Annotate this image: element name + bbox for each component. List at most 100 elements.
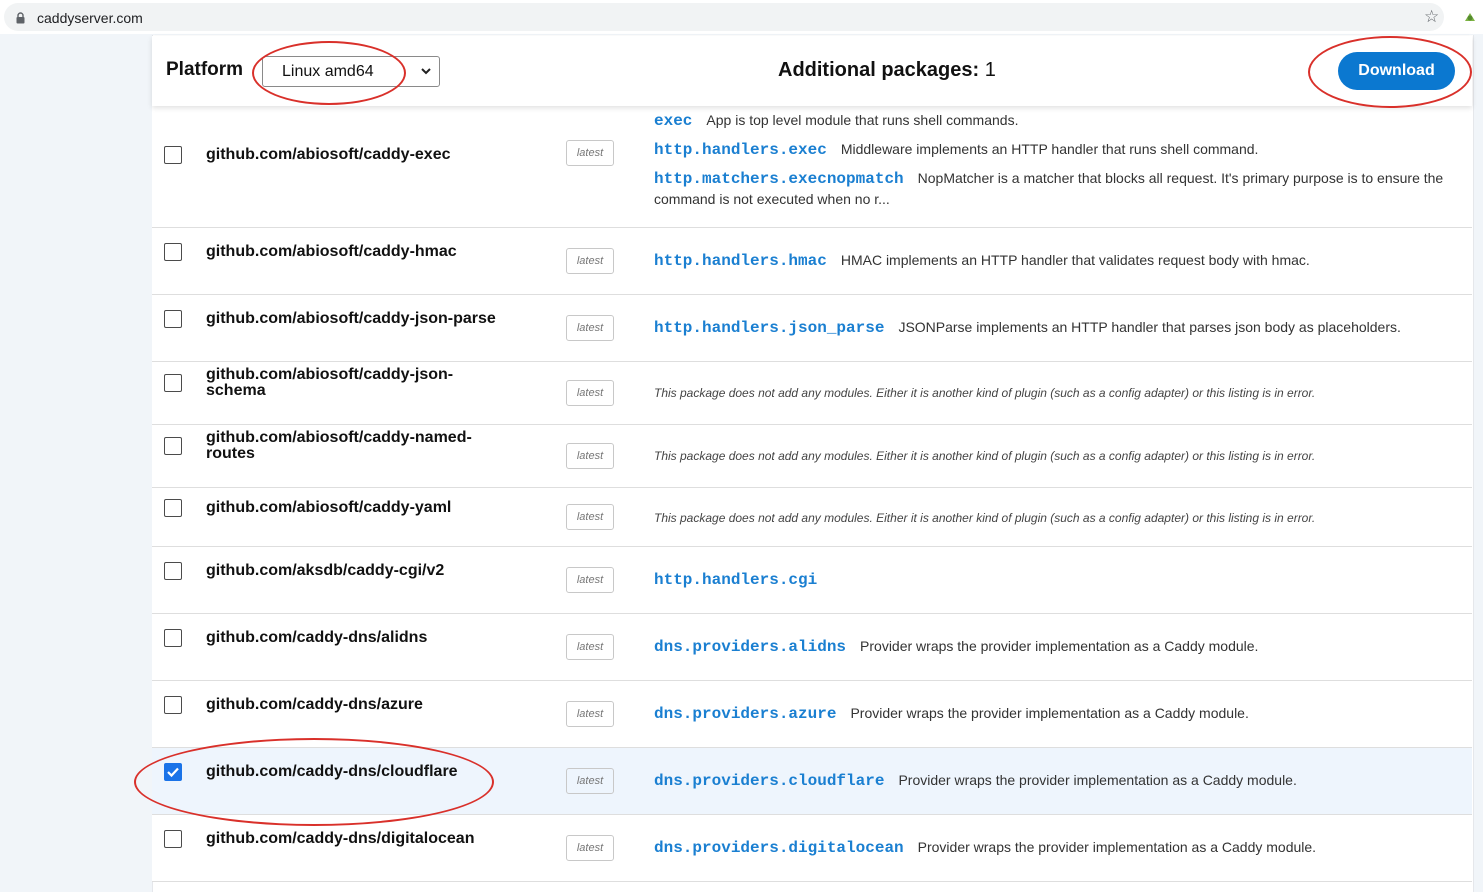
module-link[interactable]: exec (654, 112, 692, 130)
package-row[interactable]: github.com/abiosoft/caddy-yaml latest This… (152, 488, 1472, 547)
version-badge[interactable]: latest (566, 835, 614, 861)
module-list: This package does not add any modules. E… (654, 448, 1454, 463)
version-badge[interactable]: latest (566, 567, 614, 593)
module-description: App is top level module that runs shell … (706, 112, 1019, 128)
package-name[interactable]: github.com/abiosoft/caddy-json-schema (206, 367, 496, 399)
url-text[interactable]: caddyserver.com (37, 10, 143, 26)
additional-packages-count: 1 (984, 59, 996, 81)
module-description: Provider wraps the provider implementati… (850, 705, 1249, 721)
no-modules-note: This package does not add any modules. E… (654, 511, 1316, 525)
module-item: dns.providers.cloudflare Provider wraps t… (654, 770, 1454, 791)
version-badge[interactable]: latest (566, 504, 614, 530)
no-modules-note: This package does not add any modules. E… (654, 386, 1316, 400)
package-name[interactable]: github.com/caddy-dns/alidns (206, 630, 546, 646)
star-icon[interactable]: ☆ (1424, 7, 1439, 27)
package-checkbox[interactable] (164, 243, 182, 261)
module-link[interactable]: http.handlers.exec (654, 141, 827, 159)
version-badge[interactable]: latest (566, 248, 614, 274)
module-link[interactable]: http.matchers.execnopmatch (654, 170, 904, 188)
package-checkbox[interactable] (164, 146, 182, 164)
module-link[interactable]: http.handlers.json_parse (654, 319, 884, 337)
package-name[interactable]: github.com/abiosoft/caddy-hmac (206, 244, 546, 260)
version-badge[interactable]: latest (566, 443, 614, 469)
module-list: This package does not add any modules. E… (654, 510, 1454, 525)
browser-toolbar: caddyserver.com ☆ (0, 0, 1483, 34)
module-description: Provider wraps the provider implementati… (898, 772, 1297, 788)
package-row[interactable]: github.com/caddy-dns/digitalocean latest d… (152, 815, 1472, 882)
version-badge[interactable]: latest (566, 380, 614, 406)
module-item: http.handlers.json_parse JSONParse implem… (654, 317, 1454, 338)
module-link[interactable]: dns.providers.azure (654, 705, 836, 723)
package-row[interactable]: github.com/abiosoft/caddy-hmac latest http… (152, 228, 1472, 295)
module-link[interactable]: dns.providers.digitalocean (654, 839, 904, 857)
package-row[interactable]: github.com/abiosoft/caddy-named-routes la… (152, 425, 1472, 488)
package-name[interactable]: github.com/abiosoft/caddy-exec (206, 147, 546, 163)
module-list: dns.providers.azure Provider wraps the pr… (654, 703, 1454, 732)
platform-select-value: Linux amd64 (282, 62, 374, 80)
module-item: http.handlers.hmac HMAC implements an HTT… (654, 250, 1454, 271)
module-item: http.handlers.cgi (654, 569, 1454, 590)
package-checkbox[interactable] (164, 830, 182, 848)
module-item: dns.providers.alidns Provider wraps the p… (654, 636, 1454, 657)
chevron-down-icon (421, 68, 431, 75)
version-badge[interactable]: latest (566, 140, 614, 166)
module-description: Provider wraps the provider implementati… (917, 839, 1317, 855)
download-button[interactable]: Download (1338, 52, 1455, 90)
platform-select[interactable]: Linux amd64 (262, 56, 440, 87)
module-item: dns.providers.digitalocean Provider wraps… (654, 837, 1454, 858)
package-row[interactable]: github.com/abiosoft/caddy-exec latest exec… (152, 106, 1472, 228)
package-checkbox[interactable] (164, 696, 182, 714)
build-toolbar: Platform Linux amd64 Additional packages… (152, 36, 1472, 106)
package-name[interactable]: github.com/caddy-dns/cloudflare (206, 764, 546, 780)
package-checkbox[interactable] (164, 562, 182, 580)
package-checkbox[interactable] (164, 374, 182, 392)
package-row[interactable]: github.com/caddy-dns/cloudflare latest dns… (152, 748, 1472, 815)
module-item: http.matchers.execnopmatch NopMatcher is … (654, 168, 1454, 209)
module-item: dns.providers.azure Provider wraps the pr… (654, 703, 1454, 724)
package-checkbox[interactable] (164, 437, 182, 455)
version-badge[interactable]: latest (566, 701, 614, 727)
checkmark-icon (167, 767, 179, 778)
additional-packages-label: Additional packages: (778, 59, 980, 81)
package-checkbox[interactable] (164, 763, 182, 781)
version-badge[interactable]: latest (566, 768, 614, 794)
module-link[interactable]: http.handlers.cgi (654, 571, 817, 589)
package-row[interactable]: github.com/caddy-dns/alidns latest dns.pro… (152, 614, 1472, 681)
package-name[interactable]: github.com/abiosoft/caddy-json-parse (206, 311, 496, 327)
package-checkbox[interactable] (164, 629, 182, 647)
module-item: http.handlers.exec Middleware implements … (654, 139, 1454, 160)
module-list: http.handlers.json_parse JSONParse implem… (654, 317, 1454, 346)
platform-label: Platform (166, 59, 244, 80)
module-link[interactable]: dns.providers.alidns (654, 638, 846, 656)
package-name[interactable]: github.com/aksdb/caddy-cgi/v2 (206, 563, 546, 579)
module-list: dns.providers.alidns Provider wraps the p… (654, 636, 1454, 665)
module-description: Provider wraps the provider implementati… (860, 638, 1259, 654)
package-name[interactable]: github.com/caddy-dns/azure (206, 697, 546, 713)
package-checkbox[interactable] (164, 310, 182, 328)
module-item: exec App is top level module that runs sh… (654, 110, 1454, 131)
lock-icon (16, 12, 25, 24)
no-modules-note: This package does not add any modules. E… (654, 449, 1316, 463)
module-description: HMAC implements an HTTP handler that val… (840, 252, 1310, 268)
module-link[interactable]: http.handlers.hmac (654, 252, 827, 270)
additional-packages: Additional packages: 1 (778, 59, 996, 82)
package-name[interactable]: github.com/caddy-dns/digitalocean (206, 831, 546, 847)
package-checkbox[interactable] (164, 499, 182, 517)
module-link[interactable]: dns.providers.cloudflare (654, 772, 884, 790)
package-row[interactable]: github.com/aksdb/caddy-cgi/v2 latest http.… (152, 547, 1472, 614)
address-bar[interactable]: caddyserver.com ☆ (4, 3, 1444, 31)
package-name[interactable]: github.com/abiosoft/caddy-yaml (206, 500, 546, 516)
module-list: dns.providers.digitalocean Provider wraps… (654, 837, 1454, 866)
module-list: This package does not add any modules. E… (654, 385, 1454, 400)
version-badge[interactable]: latest (566, 315, 614, 341)
package-row[interactable]: github.com/caddy-dns/azure latest dns.prov… (152, 681, 1472, 748)
module-list: http.handlers.cgi (654, 569, 1454, 598)
package-row[interactable]: github.com/abiosoft/caddy-json-schema lat… (152, 362, 1472, 425)
extension-icon[interactable] (1462, 9, 1478, 25)
module-list: dns.providers.cloudflare Provider wraps t… (654, 770, 1454, 799)
module-description: JSONParse implements an HTTP handler tha… (898, 319, 1401, 335)
package-name[interactable]: github.com/abiosoft/caddy-named-routes (206, 430, 496, 462)
version-badge[interactable]: latest (566, 634, 614, 660)
module-list: http.handlers.hmac HMAC implements an HTT… (654, 250, 1454, 279)
package-row[interactable]: github.com/abiosoft/caddy-json-parse late… (152, 295, 1472, 362)
